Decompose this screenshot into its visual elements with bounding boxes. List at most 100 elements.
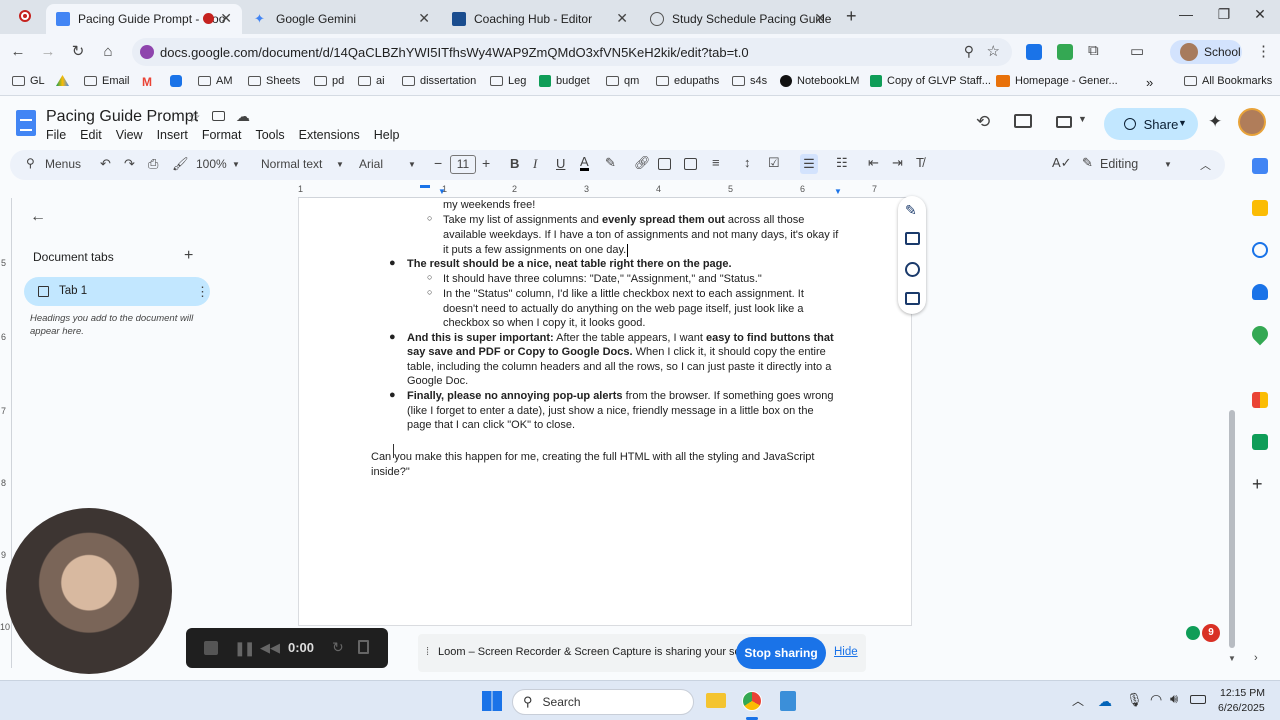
italic-icon[interactable]: I <box>533 156 537 172</box>
bookmark-gl[interactable]: GL <box>12 75 45 87</box>
document-page[interactable]: my weekends free! ○ Take my list of assi… <box>298 198 912 626</box>
close-icon[interactable]: ✕ <box>814 10 826 27</box>
left-indent-marker[interactable] <box>420 185 430 188</box>
close-icon[interactable]: ✕ <box>220 10 232 27</box>
bookmark-leg[interactable]: Leg <box>490 75 526 87</box>
contacts-icon[interactable] <box>1252 284 1268 300</box>
share-dropdown-chevron-icon[interactable]: ▼ <box>1178 118 1187 128</box>
wifi-icon[interactable]: ◠ <box>1150 691 1162 708</box>
extension-icon[interactable] <box>1057 44 1073 60</box>
windows-start-icon[interactable] <box>482 691 502 711</box>
sheets-icon[interactable] <box>1252 434 1268 450</box>
document-title[interactable]: Pacing Guide Prompt <box>46 108 198 126</box>
taskbar-search[interactable]: ⚲ Search <box>512 689 694 715</box>
insert-image-icon[interactable] <box>684 158 697 170</box>
stop-sharing-button[interactable]: Stop sharing <box>736 637 826 669</box>
decrease-font-icon[interactable]: − <box>434 155 442 171</box>
pencil-icon[interactable]: ✎ <box>1082 155 1093 171</box>
menu-view[interactable]: View <box>116 128 143 142</box>
bookmark-glvp[interactable]: Copy of GLVP Staff... <box>870 75 991 87</box>
chevron-down-icon[interactable]: ▼ <box>1228 654 1236 663</box>
notification-badge[interactable]: 9 <box>1186 624 1222 642</box>
loom-webcam-bubble[interactable] <box>6 508 172 674</box>
text-color-icon[interactable]: A <box>580 155 589 171</box>
reload-icon[interactable]: ↻ <box>68 44 88 60</box>
maps-icon[interactable] <box>1248 322 1272 346</box>
add-comment-icon[interactable] <box>658 158 671 170</box>
puzzle-icon[interactable]: ⧉ <box>1088 42 1099 59</box>
suggest-icon[interactable] <box>905 292 920 305</box>
volume-icon[interactable]: 🔊︎ <box>1170 691 1178 707</box>
menu-edit[interactable]: Edit <box>80 128 102 142</box>
bookmark-app[interactable] <box>170 75 182 87</box>
bookmark-sheets[interactable]: Sheets <box>248 75 300 87</box>
menu-format[interactable]: Format <box>202 128 242 142</box>
app-grid-icon[interactable] <box>1252 392 1268 408</box>
bookmark-qm[interactable]: qm <box>606 75 639 87</box>
comment-icon[interactable] <box>1014 114 1032 128</box>
chrome-icon[interactable] <box>742 691 762 711</box>
bulleted-list-icon[interactable]: ☰ <box>800 154 818 174</box>
cloud-status-icon[interactable]: ☁ <box>236 108 250 125</box>
file-explorer-icon[interactable] <box>706 693 726 708</box>
avatar[interactable] <box>1238 108 1266 136</box>
highlight-icon[interactable]: ✎ <box>605 155 616 171</box>
new-tab-button[interactable]: + <box>846 6 857 27</box>
bookmark-dissertation[interactable]: dissertation <box>402 75 476 87</box>
bold-icon[interactable]: B <box>510 156 519 171</box>
chevron-up-icon[interactable]: ︿ <box>1072 692 1084 709</box>
checklist-icon[interactable]: ☑ <box>768 155 780 171</box>
document-tab-item[interactable]: Tab 1 ⋮ <box>24 277 210 306</box>
horizontal-ruler[interactable]: 1 ▼ 1 2 3 4 5 6 ▼ 7 <box>298 184 912 198</box>
bookmark-s4s[interactable]: s4s <box>732 75 767 87</box>
bookmark-budget[interactable]: budget <box>539 75 590 87</box>
zoom-select[interactable]: 100% <box>196 157 227 171</box>
numbered-list-icon[interactable]: ☷ <box>836 155 848 171</box>
star-icon[interactable]: ☆ <box>188 109 201 126</box>
browser-tab-coaching[interactable]: Coaching Hub - Editor ✕ <box>442 4 638 34</box>
site-info-icon[interactable] <box>140 45 154 59</box>
window-close-button[interactable]: ✕ <box>1240 6 1280 23</box>
clock-date[interactable]: 6/26/2025 <box>1218 702 1265 714</box>
extension-icon[interactable] <box>1026 44 1042 60</box>
decrease-indent-icon[interactable]: ⇤ <box>868 155 879 171</box>
clock-time[interactable]: 12:15 PM <box>1220 687 1265 699</box>
add-tab-button[interactable]: + <box>184 247 193 265</box>
right-indent-marker-icon[interactable]: ▼ <box>834 187 842 196</box>
bookmark-am[interactable]: AM <box>198 75 233 87</box>
line-spacing-icon[interactable]: ↕ <box>744 155 751 170</box>
drag-handle-icon[interactable]: ⁞ <box>426 646 429 658</box>
close-icon[interactable]: ✕ <box>418 10 430 27</box>
kebab-menu-icon[interactable]: ⋮ <box>1256 42 1271 60</box>
menu-extensions[interactable]: Extensions <box>299 128 360 142</box>
search-icon[interactable]: ⚲ <box>26 156 35 170</box>
docs-logo-icon[interactable] <box>16 110 36 136</box>
forward-arrow-icon[interactable]: → <box>38 44 58 60</box>
back-arrow-icon[interactable]: ← <box>30 208 46 226</box>
increase-indent-icon[interactable]: ⇥ <box>892 155 903 171</box>
clear-format-icon[interactable]: T̸ <box>916 155 924 170</box>
align-icon[interactable]: ≡ <box>712 155 720 170</box>
font-select[interactable]: Arial <box>359 157 383 171</box>
menus-search[interactable]: Menus <box>45 157 81 171</box>
bookmark-notebooklm[interactable]: NotebookLM <box>780 75 859 87</box>
search-icon[interactable]: ⚲ <box>964 43 974 60</box>
home-icon[interactable]: ⌂ <box>98 44 118 60</box>
collapse-toolbar-icon[interactable]: ︿ <box>1200 157 1211 173</box>
emoji-icon[interactable] <box>905 262 920 277</box>
trash-icon[interactable] <box>358 640 369 654</box>
minimize-button[interactable]: — <box>1166 6 1206 22</box>
bookmark-homepage[interactable]: Homepage - Gener... <box>996 75 1118 87</box>
scrollbar-thumb[interactable] <box>1229 410 1235 648</box>
menu-insert[interactable]: Insert <box>157 128 188 142</box>
spell-check-icon[interactable]: A✓ <box>1052 155 1072 171</box>
tab-options-icon[interactable]: ⋮ <box>196 284 209 300</box>
more-bookmarks-icon[interactable]: » <box>1146 75 1153 90</box>
increase-font-icon[interactable]: + <box>482 155 490 171</box>
style-select[interactable]: Normal text <box>261 157 322 171</box>
paint-format-icon[interactable]: 🖌 <box>172 156 189 172</box>
add-app-icon[interactable]: + <box>1252 474 1263 495</box>
calendar-icon[interactable] <box>1252 158 1268 174</box>
browser-tab-docs[interactable]: Pacing Guide Prompt - Goo ✕ <box>46 4 242 34</box>
editing-mode-select[interactable]: Editing <box>1100 157 1138 171</box>
